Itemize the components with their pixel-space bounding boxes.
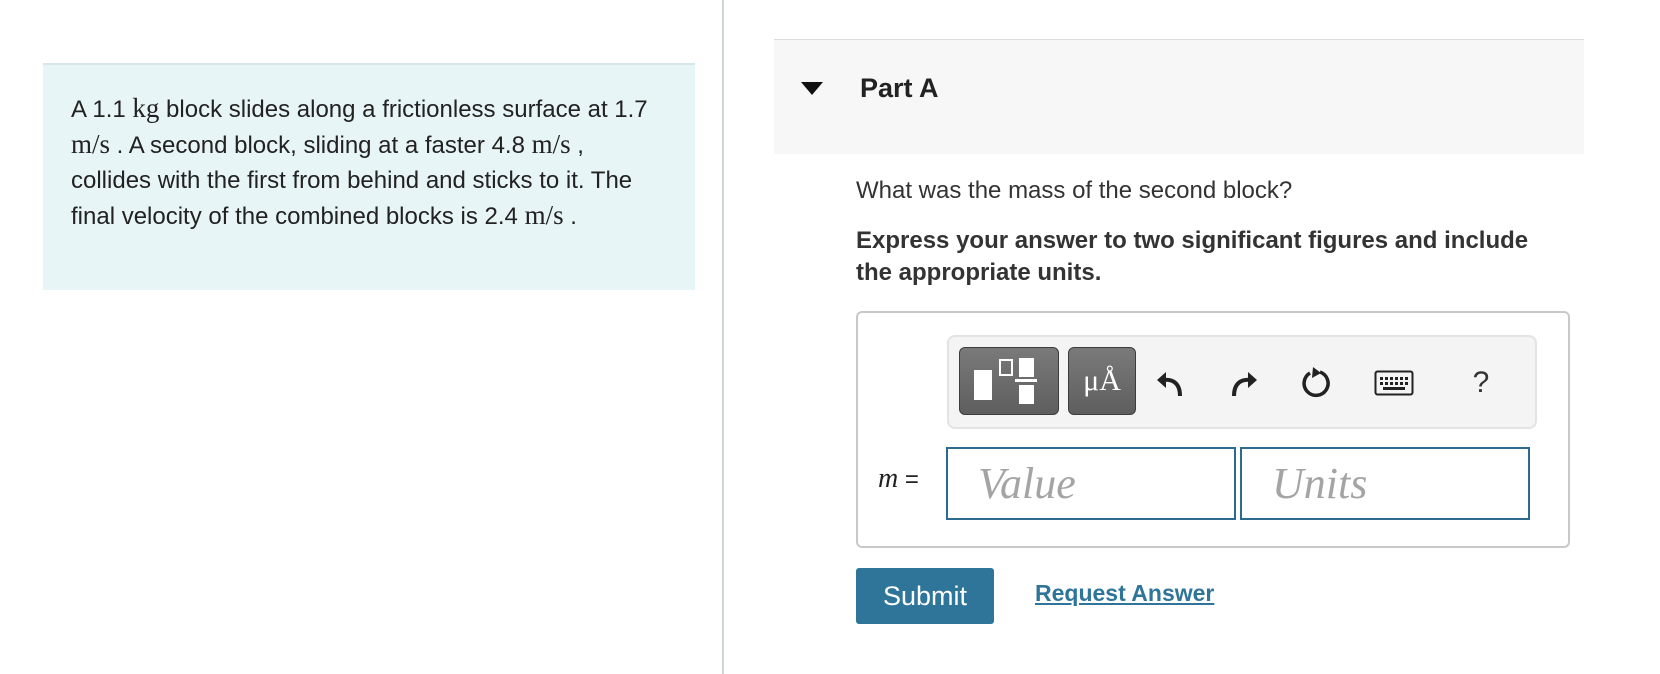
problem-text-3: . A second block, sliding at a faster 4.… <box>110 132 532 159</box>
problem-text-2: block slides along a frictionless surfac… <box>159 96 648 123</box>
units-symbol: μÅ <box>1083 364 1121 397</box>
units-button[interactable]: μÅ <box>1068 347 1136 415</box>
answer-box: μÅ ? m = Value Units <box>856 311 1570 548</box>
keyboard-icon[interactable] <box>1369 361 1419 405</box>
reset-icon[interactable] <box>1294 361 1338 405</box>
request-answer-link[interactable]: Request Answer <box>1035 580 1214 607</box>
unit-velocity-2: m/s <box>531 129 571 159</box>
problem-pane: A 1.1 kg block slides along a frictionle… <box>0 0 722 674</box>
question-text: What was the mass of the second block? <box>856 177 1293 204</box>
units-input[interactable] <box>1240 447 1530 520</box>
math-toolbar: μÅ ? <box>947 335 1537 429</box>
fraction-template-icon <box>974 358 1037 404</box>
submit-button[interactable]: Submit <box>856 568 994 624</box>
problem-text-1: A 1.1 <box>71 96 133 123</box>
undo-icon[interactable] <box>1149 361 1193 405</box>
instruction-text: Express your answer to two significant f… <box>856 227 1529 286</box>
help-icon[interactable]: ? <box>1459 361 1503 405</box>
part-title: Part A <box>860 73 939 103</box>
unit-velocity-1: m/s <box>71 129 111 159</box>
templates-button[interactable] <box>959 347 1059 415</box>
unit-velocity-3: m/s <box>524 200 564 230</box>
value-input[interactable] <box>946 447 1236 520</box>
variable-symbol: m <box>878 463 899 494</box>
problem-statement: A 1.1 kg block slides along a frictionle… <box>43 63 695 290</box>
equals-sign: = <box>898 466 919 493</box>
redo-icon[interactable] <box>1221 361 1265 405</box>
part-header[interactable]: Part A <box>774 39 1584 154</box>
help-label: ? <box>1472 366 1490 399</box>
unit-kg: kg <box>132 93 160 123</box>
pane-divider <box>722 0 724 674</box>
collapse-caret-icon[interactable] <box>801 82 823 95</box>
variable-label: m = <box>878 463 919 495</box>
problem-text-5: . <box>563 203 577 230</box>
